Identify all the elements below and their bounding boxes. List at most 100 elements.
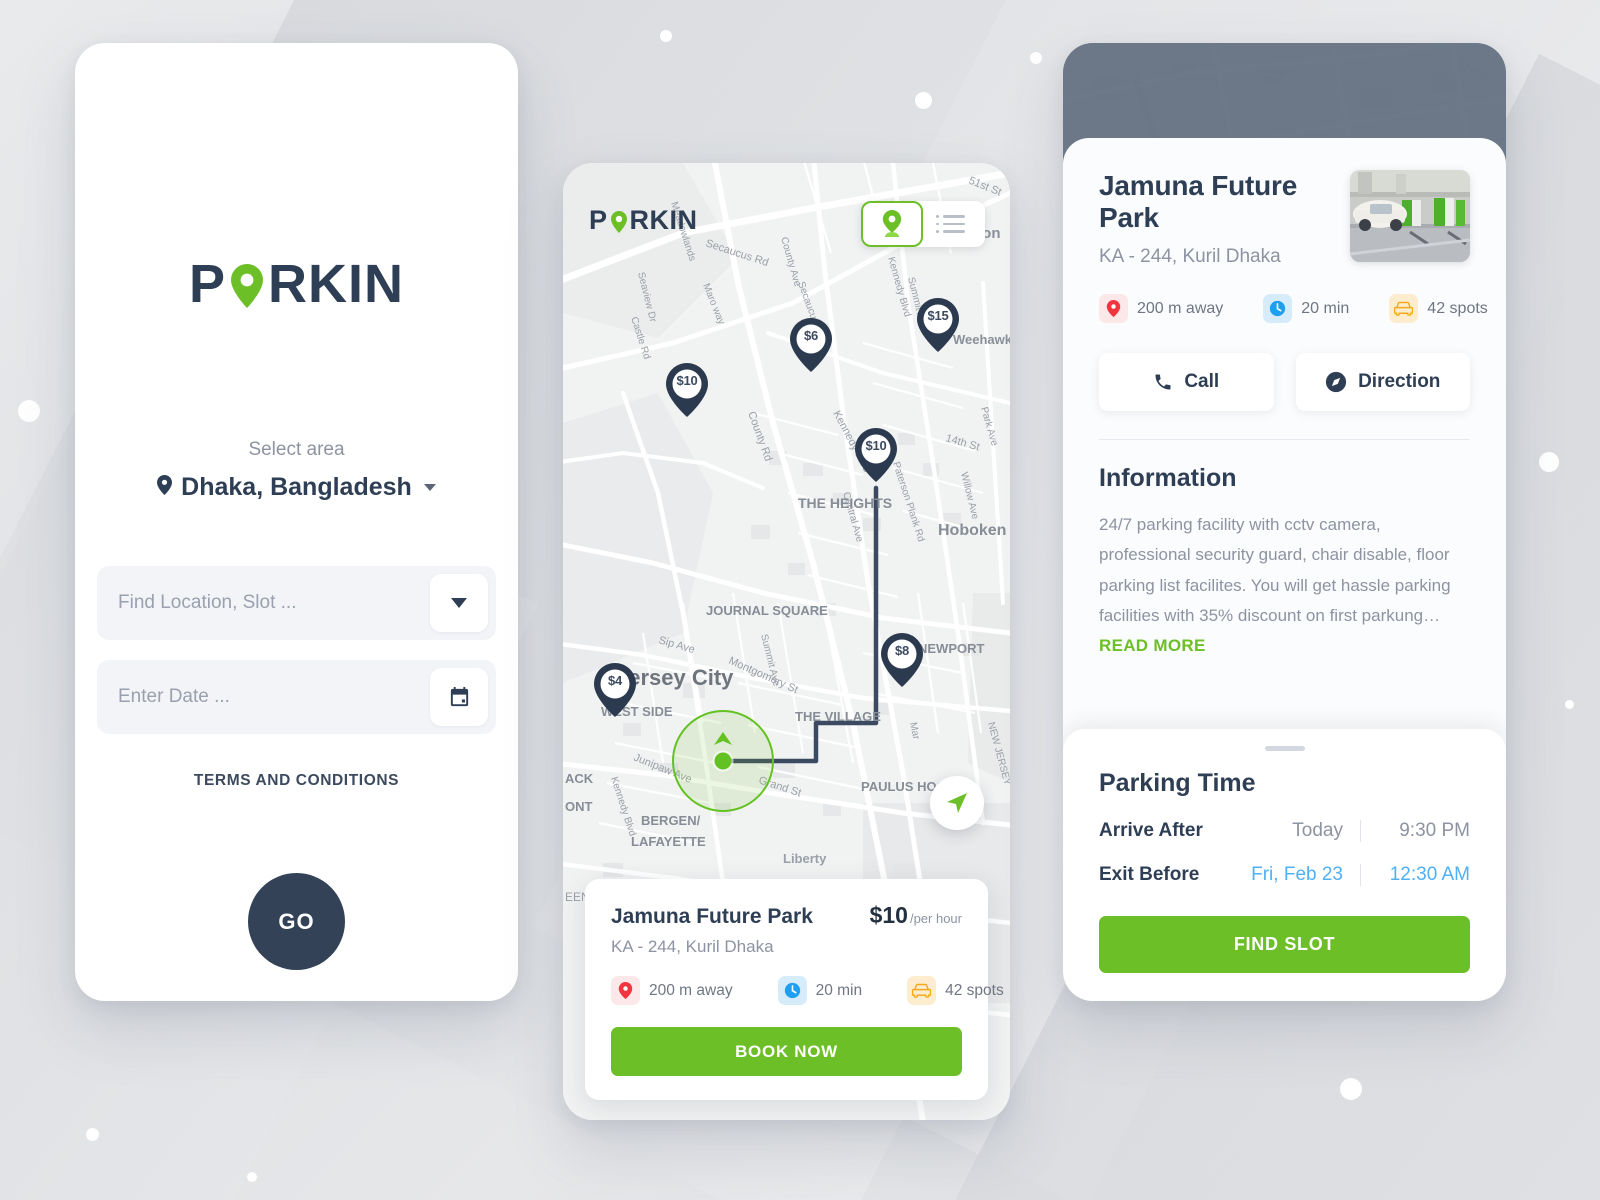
calendar-picker-button[interactable] [430, 668, 488, 726]
map-label: NEWPORT [918, 641, 985, 656]
price-marker[interactable]: $10 [665, 362, 709, 418]
price-marker[interactable]: $6 [789, 317, 833, 373]
price-marker[interactable]: $4 [593, 662, 637, 718]
decorative-dot [18, 400, 40, 422]
call-button[interactable]: Call [1099, 353, 1274, 411]
list-view-toggle[interactable] [923, 201, 985, 247]
heading-arrow-icon [714, 732, 732, 750]
location-input-field[interactable]: Find Location, Slot ... [97, 566, 496, 640]
stat-value: 200 m away [649, 981, 733, 999]
locate-me-button[interactable] [930, 776, 984, 830]
area-value: Dhaka, Bangladesh [181, 473, 412, 501]
stat-item: 42 spots [907, 976, 1004, 1005]
clock-icon [777, 976, 807, 1005]
stat-item: 20 min [1263, 294, 1349, 323]
map-label: Willow Ave [958, 471, 980, 521]
find-slot-button[interactable]: FIND SLOT [1099, 916, 1470, 973]
map-label: Hoboken [938, 522, 1006, 539]
price-unit: /per hour [909, 911, 962, 926]
decorative-dot [1030, 52, 1042, 64]
map-view-toggle[interactable] [861, 201, 923, 247]
decorative-dot [1565, 700, 1574, 709]
parking-result-card: Jamuna Future Park $10/per hour KA - 244… [585, 879, 1004, 1100]
parking-photo[interactable] [1350, 170, 1470, 262]
decorative-dot [915, 92, 932, 109]
logo-text-suffix: RKIN [629, 205, 698, 235]
car-icon [907, 976, 937, 1005]
map-canvas[interactable]: Secaucus Rd Meadowlands County Ave Seaview … [563, 163, 1010, 1120]
price-marker-label: $15 [927, 308, 949, 323]
map-pin-icon [594, 663, 636, 717]
splash-screen: P RKIN Select area Dhaka, Bangladesh Fin… [75, 43, 518, 1001]
parking-address: KA - 244, Kuril Dhaka [611, 937, 774, 956]
terms-and-conditions-link[interactable]: TERMS AND CONDITIONS [194, 772, 399, 790]
parking-garage-photo [1350, 170, 1470, 262]
map-pin-icon [882, 210, 902, 237]
map-label: Maro way [700, 282, 726, 326]
map-label: 14th St [944, 432, 981, 453]
pin-icon [157, 473, 173, 502]
calendar-icon [450, 686, 468, 706]
map-label: Weehawken [953, 332, 1010, 347]
detail-actions: Call Direction [1099, 353, 1470, 411]
view-toggle-group [861, 201, 985, 247]
stat-value: 200 m away [1137, 299, 1224, 317]
map-label: Mar [907, 721, 921, 741]
compass-icon [1325, 371, 1347, 393]
exit-before-time: 12:30 AM [1389, 864, 1470, 885]
divider [1099, 439, 1470, 440]
select-area-label: Select area [248, 439, 345, 460]
logo-pin-icon [227, 257, 267, 311]
logo-text-prefix: P [589, 205, 608, 235]
book-now-button[interactable]: BOOK NOW [611, 1027, 962, 1076]
go-button[interactable]: GO [248, 873, 345, 970]
map-label: Park Ave [978, 406, 1000, 448]
decorative-dot [1539, 452, 1559, 472]
price-marker-label: $10 [676, 373, 698, 388]
map-label: NEW JERSEY [985, 721, 1010, 787]
car-icon [1389, 294, 1419, 323]
divider [1360, 864, 1361, 886]
location-dropdown-button[interactable] [430, 574, 488, 632]
app-logo: P RKIN [589, 207, 698, 234]
information-text: 24/7 parking facility with cctv camera, … [1099, 515, 1451, 625]
map-label: JOURNAL SQUARE [706, 603, 828, 618]
price-marker-label: $6 [803, 328, 819, 343]
information-heading: Information [1099, 464, 1237, 492]
direction-button[interactable]: Direction [1295, 353, 1470, 411]
area-selector[interactable]: Dhaka, Bangladesh [157, 473, 436, 502]
location-pin-icon [1099, 294, 1128, 323]
stat-value: 42 spots [945, 981, 1004, 999]
parking-address: KA - 244, Kuril Dhaka [1099, 246, 1281, 267]
price-marker-label: $4 [607, 673, 623, 688]
information-body: 24/7 parking facility with cctv camera, … [1099, 510, 1470, 661]
stat-value: 20 min [1301, 299, 1350, 317]
arrive-after-row[interactable]: Arrive After Today 9:30 PM [1099, 820, 1470, 842]
price-marker[interactable]: $10 [854, 427, 898, 483]
stat-value: 20 min [815, 981, 863, 999]
decorative-dot [1340, 1078, 1362, 1100]
price-marker[interactable]: $15 [916, 297, 960, 353]
map-label: County Rd [745, 410, 774, 463]
map-label: ACK [565, 771, 594, 786]
logo-text-suffix: RKIN [268, 254, 405, 314]
map-label: ONT [565, 799, 593, 814]
stat-item: 200 m away [611, 976, 733, 1005]
map-label: THE VILLAGE [795, 709, 881, 724]
chevron-down-icon [451, 598, 467, 608]
map-label: Liberty [783, 851, 827, 866]
map-pin-icon [855, 428, 897, 482]
map-label: 51st St [967, 175, 1003, 199]
read-more-link[interactable]: READ MORE [1099, 636, 1206, 655]
parking-stats: 200 m away 20 min 42 spots [611, 976, 1004, 1005]
map-screen: Secaucus Rd Meadowlands County Ave Seaview … [563, 163, 1010, 1120]
screenshot-canvas: P RKIN Select area Dhaka, Bangladesh Fin… [0, 0, 1600, 1200]
price-marker[interactable]: $8 [880, 632, 924, 688]
phone-icon [1155, 374, 1171, 390]
map-label: Secaucus Rd [704, 237, 770, 269]
exit-before-row[interactable]: Exit Before Fri, Feb 23 12:30 AM [1099, 864, 1470, 886]
sheet-drag-handle[interactable] [1264, 746, 1305, 751]
divider [1360, 820, 1361, 842]
app-logo: P RKIN [189, 257, 404, 311]
date-input-field[interactable]: Enter Date ... [97, 660, 496, 734]
